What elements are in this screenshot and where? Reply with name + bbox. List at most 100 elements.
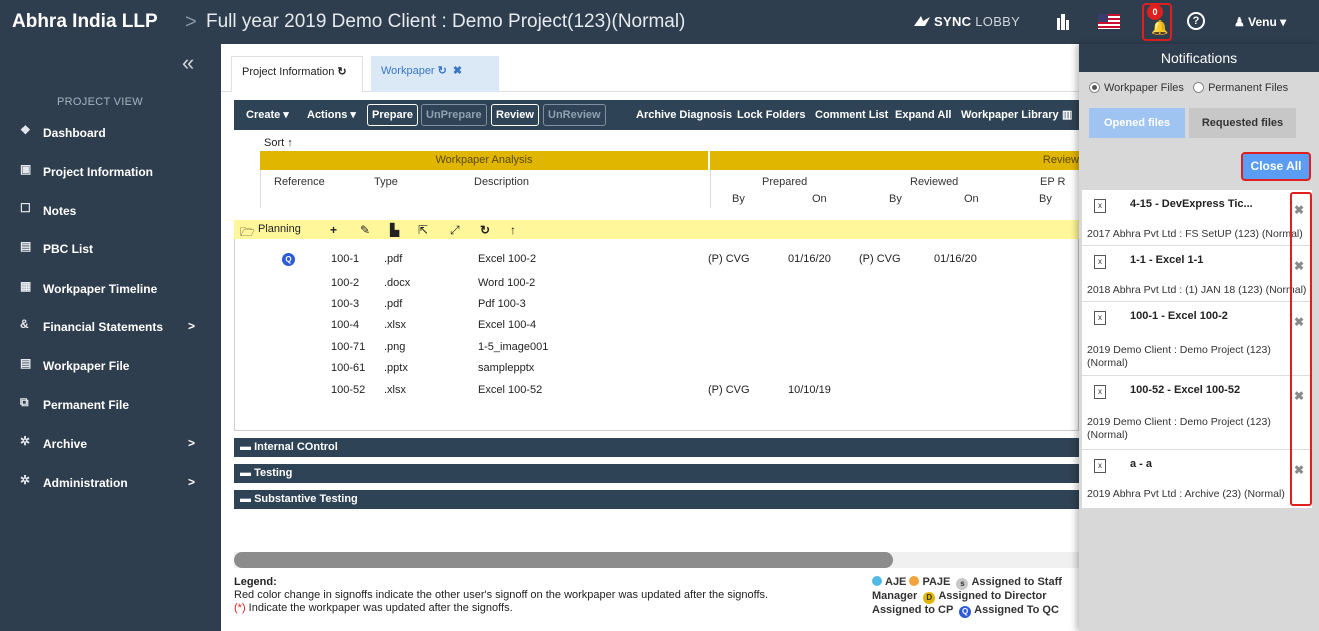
list-item[interactable]: x 100-52 - Excel 100-52 ✖ 2019 Demo Clie…: [1082, 376, 1312, 450]
breadcrumb-project[interactable]: Full year 2019 Demo Client : Demo Projec…: [206, 11, 685, 33]
help-icon[interactable]: ?: [1187, 12, 1205, 30]
create-menu[interactable]: Create ▾: [246, 100, 289, 130]
folder-substantive-testing[interactable]: ▬ Substantive Testing: [234, 490, 1079, 509]
file-title[interactable]: 100-52 - Excel 100-52: [1130, 384, 1240, 396]
list-item[interactable]: x 1-1 - Excel 1-1 ✖ 2018 Abhra Pvt Ltd :…: [1082, 246, 1312, 302]
prepare-button[interactable]: Prepare: [367, 104, 418, 126]
folder-testing[interactable]: ▬ Testing: [234, 464, 1079, 483]
export-icon[interactable]: ⇱: [418, 223, 428, 237]
table-row[interactable]: Q 100-1 .pdf Excel 100-2 (P) CVG 01/16/2…: [234, 249, 1079, 271]
cell-description[interactable]: Excel 100-52: [478, 384, 542, 396]
sidebar-item-project-information[interactable]: ▣ Project Information: [0, 159, 221, 185]
comment-list-link[interactable]: Comment List: [815, 100, 888, 130]
move-up-icon[interactable]: ↑: [510, 223, 516, 237]
table-row[interactable]: 100-2 .docx Word 100-2: [234, 273, 1079, 295]
refresh-icon[interactable]: ↻: [337, 66, 346, 78]
sidebar-item-permanent-file[interactable]: ⧉ Permanent File: [0, 392, 221, 418]
cell-prepared-on: 01/16/20: [788, 253, 831, 265]
tab-requested-files[interactable]: Requested files: [1189, 108, 1296, 138]
sort-control[interactable]: Sort ↑: [264, 137, 293, 149]
legend-director: Assigned to Director: [938, 590, 1047, 602]
workpaper-files-radio[interactable]: [1089, 82, 1100, 93]
new-file-icon[interactable]: ▙: [390, 223, 399, 237]
file-project: 2019 Demo Client : Demo Project (123) (N…: [1087, 344, 1271, 369]
folder-planning[interactable]: 🗁 Planning + ✎ ▙ ⇱ ⤢ ↻ ↑: [234, 220, 1079, 239]
add-icon[interactable]: +: [330, 223, 337, 237]
horizontal-scrollbar-thumb[interactable]: [234, 552, 893, 568]
column-prepared-on: On: [812, 193, 827, 205]
refresh-icon[interactable]: ↻: [480, 223, 490, 237]
sidebar-item-pbc-list[interactable]: ▤ PBC List: [0, 236, 221, 262]
legend-cp: Assigned to CP: [872, 604, 954, 616]
lobby-label: LOBBY: [975, 14, 1021, 29]
sidebar-item-dashboard[interactable]: ❖ Dashboard: [0, 120, 221, 146]
table-row[interactable]: 100-61 .pptx samplepptx: [234, 358, 1079, 380]
table-row[interactable]: 100-4 .xlsx Excel 100-4: [234, 315, 1079, 337]
folder-internal-control[interactable]: ▬ Internal COntrol: [234, 438, 1079, 457]
cell-description[interactable]: samplepptx: [478, 362, 534, 374]
sidebar-item-workpaper-file[interactable]: ▤ Workpaper File: [0, 353, 221, 379]
review-button[interactable]: Review: [491, 104, 539, 126]
file-title[interactable]: a - a: [1130, 458, 1152, 470]
file-title[interactable]: 100-1 - Excel 100-2: [1130, 310, 1228, 322]
column-reference[interactable]: Reference: [274, 176, 325, 188]
review-header: Review: [710, 151, 1079, 170]
cell-description[interactable]: Pdf 100-3: [478, 298, 526, 310]
unprepare-button[interactable]: UnPrepare: [421, 104, 487, 126]
workpaper-library-link[interactable]: Workpaper Library: [961, 100, 1059, 130]
cell-type: .xlsx: [384, 319, 406, 331]
expand-icon[interactable]: ⤢: [450, 223, 460, 238]
grid-divider: [260, 170, 261, 208]
sync-logo-icon: [914, 16, 930, 26]
tab-label: Workpaper: [381, 65, 435, 77]
column-type[interactable]: Type: [374, 176, 398, 188]
sidebar-item-workpaper-timeline[interactable]: ▦ Workpaper Timeline: [0, 276, 221, 302]
edit-icon[interactable]: ✎: [360, 223, 370, 237]
cell-reviewed-by: (P) CVG: [859, 253, 901, 265]
columns-icon[interactable]: ▥: [1062, 100, 1072, 130]
user-menu[interactable]: ♟ Venu ▾: [1234, 15, 1286, 29]
list-item[interactable]: x a - a ✖ 2019 Abhra Pvt Ltd : Archive (…: [1082, 450, 1312, 508]
expand-all-link[interactable]: Expand All: [895, 100, 951, 130]
cell-description[interactable]: Word 100-2: [478, 277, 535, 289]
sync-lobby-link[interactable]: SYNC LOBBY: [912, 14, 1020, 29]
sidebar-item-archive[interactable]: ✲ Archive >: [0, 431, 221, 457]
table-row[interactable]: 100-52 .xlsx Excel 100-52 (P) CVG 10/10/…: [234, 380, 1079, 402]
cell-description[interactable]: 1-5_image001: [478, 341, 548, 353]
close-icon[interactable]: ✖: [453, 65, 462, 77]
table-row[interactable]: 100-71 .png 1-5_image001: [234, 337, 1079, 359]
organization-icon[interactable]: [1055, 12, 1071, 35]
brand-name[interactable]: Abhra India LLP: [12, 11, 158, 33]
list-item[interactable]: x 100-1 - Excel 100-2 ✖ 2019 Demo Client…: [1082, 302, 1312, 376]
sidebar-item-administration[interactable]: ✲ Administration >: [0, 470, 221, 496]
unreview-button[interactable]: UnReview: [543, 104, 606, 126]
cell-description[interactable]: Excel 100-2: [478, 253, 536, 265]
cell-type: .pptx: [384, 362, 408, 374]
permanent-files-radio[interactable]: [1193, 82, 1205, 93]
file-title[interactable]: 1-1 - Excel 1-1: [1130, 254, 1203, 266]
archive-diagnosis-link[interactable]: Archive Diagnosis: [636, 100, 732, 130]
list-item[interactable]: x 4-15 - DevExpress Tic... ✖ 2017 Abhra …: [1082, 190, 1312, 246]
actions-menu[interactable]: Actions ▾: [307, 100, 356, 130]
tab-opened-files[interactable]: Opened files: [1089, 108, 1185, 138]
refresh-icon[interactable]: ↻: [438, 65, 447, 77]
file-title[interactable]: 4-15 - DevExpress Tic...: [1130, 198, 1253, 210]
folder-icon: ▬: [240, 441, 251, 453]
language-flag-icon[interactable]: [1098, 14, 1120, 29]
table-row[interactable]: 100-3 .pdf Pdf 100-3: [234, 294, 1079, 316]
cell-description[interactable]: Excel 100-4: [478, 319, 536, 331]
sidebar-item-financial-statements[interactable]: & Financial Statements >: [0, 314, 221, 340]
tab-workpaper[interactable]: Workpaper ↻ ✖: [371, 56, 499, 92]
column-description[interactable]: Description: [474, 176, 529, 188]
archive-icon: ✲: [20, 434, 31, 448]
close-all-button[interactable]: Close All: [1241, 152, 1311, 181]
column-reviewed: Reviewed: [910, 176, 959, 188]
lock-folders-link[interactable]: Lock Folders: [737, 100, 805, 130]
user-icon: ♟: [1234, 15, 1245, 29]
collapse-sidebar-icon[interactable]: «: [182, 50, 194, 76]
sidebar-item-label: Permanent File: [43, 398, 130, 412]
bell-icon[interactable]: 🔔: [1151, 19, 1168, 36]
sidebar-item-notes[interactable]: ☐ Notes: [0, 198, 221, 224]
tab-project-information[interactable]: Project Information ↻: [231, 56, 363, 92]
sidebar: « PROJECT VIEW ❖ Dashboard ▣ Project Infor…: [0, 44, 221, 631]
